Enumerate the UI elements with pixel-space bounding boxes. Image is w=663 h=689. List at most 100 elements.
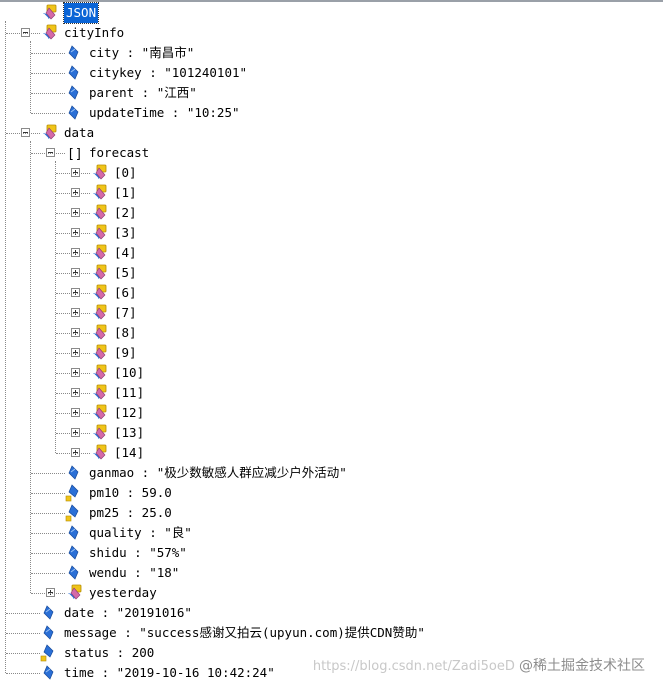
tree-connector <box>31 53 65 54</box>
tree-connector <box>31 553 65 554</box>
value-leaf-icon <box>40 624 60 642</box>
object-node-icon <box>90 384 110 402</box>
node-forecast-item-label: [1] <box>114 185 137 200</box>
value-leaf-icon <box>65 64 85 82</box>
node-ganmao-label: ganmao : "极少数敏感人群应减少户外活动" <box>89 465 347 480</box>
root-node-label: JSON <box>62 2 100 24</box>
node-wendu[interactable]: wendu : "18" <box>0 563 663 583</box>
tree-connector <box>56 313 90 314</box>
node-yesterday[interactable]: yesterday <box>0 583 663 603</box>
value-leaf-icon <box>65 44 85 62</box>
object-node-icon <box>90 344 110 362</box>
tree-connector <box>6 33 40 34</box>
object-node-icon <box>90 364 110 382</box>
object-node-icon <box>90 324 110 342</box>
node-forecast[interactable]: [] forecast <box>0 143 663 163</box>
tree-connector <box>30 141 31 593</box>
node-quality[interactable]: quality : "良" <box>0 523 663 543</box>
json-tree-view[interactable]: JSON cityInfo city : "南昌市" citykey : "10124… <box>0 0 663 689</box>
value-leaf-icon <box>65 104 85 122</box>
numeric-leaf-icon <box>40 644 60 662</box>
value-leaf-icon <box>65 84 85 102</box>
node-forecast-item[interactable]: [9] <box>0 343 663 363</box>
tree-connector <box>55 161 56 453</box>
node-forecast-item[interactable]: [4] <box>0 243 663 263</box>
node-yesterday-label: yesterday <box>89 585 157 600</box>
tree-connector <box>56 173 90 174</box>
node-citykey-label: citykey : "101240101" <box>89 65 248 80</box>
tree-connector <box>56 213 90 214</box>
node-city[interactable]: city : "南昌市" <box>0 43 663 63</box>
node-updatetime[interactable]: updateTime : "10:25" <box>0 103 663 123</box>
node-forecast-item-label: [3] <box>114 225 137 240</box>
value-leaf-icon <box>65 564 85 582</box>
tree-connector <box>56 273 90 274</box>
node-parent[interactable]: parent : "江西" <box>0 83 663 103</box>
tree-connector <box>31 593 65 594</box>
node-forecast-item-label: [12] <box>114 405 145 420</box>
node-forecast-item[interactable]: [0] <box>0 163 663 183</box>
node-forecast-item[interactable]: [12] <box>0 403 663 423</box>
numeric-leaf-icon <box>65 504 85 522</box>
root-node[interactable]: JSON <box>0 2 663 24</box>
object-node-icon <box>90 444 110 462</box>
value-leaf-icon <box>40 664 60 682</box>
node-forecast-item[interactable]: [6] <box>0 283 663 303</box>
node-forecast-item-label: [9] <box>114 345 137 360</box>
node-shidu-label: shidu : "57%" <box>89 545 187 560</box>
tree-connector <box>56 373 90 374</box>
node-data-label: data <box>64 125 95 140</box>
node-ganmao[interactable]: ganmao : "极少数敏感人群应减少户外活动" <box>0 463 663 483</box>
tree-connector <box>31 573 65 574</box>
node-forecast-item[interactable]: [11] <box>0 383 663 403</box>
node-forecast-item[interactable]: [7] <box>0 303 663 323</box>
node-date-label: date : "20191016" <box>64 605 192 620</box>
tree-connector <box>56 433 90 434</box>
tree-connector <box>31 113 65 114</box>
object-node-icon <box>90 284 110 302</box>
node-forecast-item[interactable]: [1] <box>0 183 663 203</box>
tree-connector <box>6 133 40 134</box>
node-message-label: message : "success感谢又拍云(upyun.com)提供CDN赞… <box>64 625 425 640</box>
tree-connector <box>6 613 40 614</box>
node-forecast-item[interactable]: [13] <box>0 423 663 443</box>
node-forecast-item-label: [5] <box>114 265 137 280</box>
tree-connector <box>31 153 65 154</box>
node-date[interactable]: date : "20191016" <box>0 603 663 623</box>
node-pm25[interactable]: pm25 : 25.0 <box>0 503 663 523</box>
node-forecast-item[interactable]: [5] <box>0 263 663 283</box>
node-forecast-item[interactable]: [10] <box>0 363 663 383</box>
tree-connector <box>56 253 90 254</box>
node-pm10[interactable]: pm10 : 59.0 <box>0 483 663 503</box>
object-node-icon <box>90 204 110 222</box>
object-node-icon <box>90 244 110 262</box>
object-node-icon <box>90 264 110 282</box>
node-forecast-item-label: [0] <box>114 165 137 180</box>
value-leaf-icon <box>65 524 85 542</box>
node-data[interactable]: data <box>0 123 663 143</box>
node-forecast-item[interactable]: [14] <box>0 443 663 463</box>
node-forecast-item-label: [11] <box>114 385 145 400</box>
node-forecast-item[interactable]: [8] <box>0 323 663 343</box>
node-cityinfo[interactable]: cityInfo <box>0 23 663 43</box>
node-cityinfo-label: cityInfo <box>64 25 125 40</box>
value-leaf-icon <box>40 604 60 622</box>
tree-connector <box>56 353 90 354</box>
node-forecast-item[interactable]: [3] <box>0 223 663 243</box>
tree-connector <box>31 533 65 534</box>
node-citykey[interactable]: citykey : "101240101" <box>0 63 663 83</box>
node-time-label: time : "2019-10-16 10:42:24" <box>64 665 275 680</box>
node-forecast-item-label: [6] <box>114 285 137 300</box>
object-node-icon <box>90 424 110 442</box>
tree-connector <box>56 233 90 234</box>
node-status-label: status : 200 <box>64 645 155 660</box>
object-node-icon <box>90 304 110 322</box>
node-message[interactable]: message : "success感谢又拍云(upyun.com)提供CDN赞… <box>0 623 663 643</box>
tree-connector <box>31 493 65 494</box>
node-pm10-label: pm10 : 59.0 <box>89 485 172 500</box>
node-shidu[interactable]: shidu : "57%" <box>0 543 663 563</box>
node-forecast-item[interactable]: [2] <box>0 203 663 223</box>
object-node-icon <box>90 224 110 242</box>
node-forecast-item-label: [4] <box>114 245 137 260</box>
value-leaf-icon <box>65 464 85 482</box>
